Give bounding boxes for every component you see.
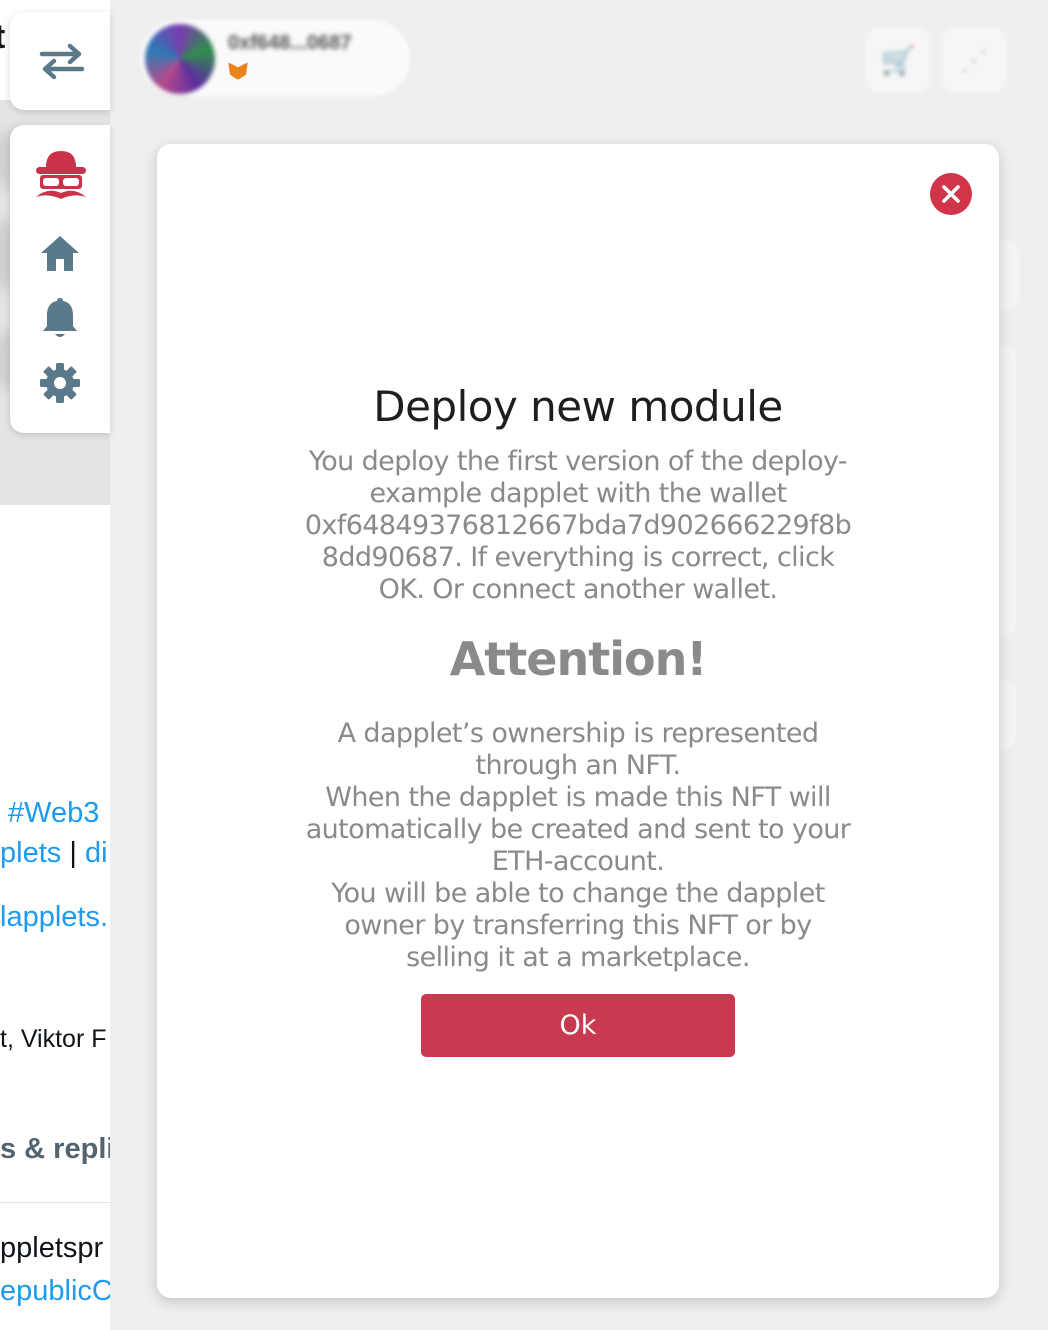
bell-icon[interactable] xyxy=(40,295,80,341)
description-line: example dapplet with the wallet xyxy=(369,478,787,509)
cart-icon: 🛒 xyxy=(880,44,916,76)
background-divider xyxy=(0,1202,120,1203)
attention-line: ETH-account. xyxy=(491,846,665,877)
attention-line: selling it at a marketplace. xyxy=(406,942,750,973)
avatar[interactable] xyxy=(145,24,215,94)
deploy-module-modal: Deploy new module You deploy the first v… xyxy=(157,144,999,1298)
modal-description: You deploy the first version of the depl… xyxy=(157,446,999,606)
gear-icon[interactable] xyxy=(38,361,82,405)
attention-line: When the dapplet is made this NFT will xyxy=(325,782,831,813)
background-heading-fragment: t xyxy=(0,18,5,57)
home-icon[interactable] xyxy=(38,231,82,275)
background-handle-link[interactable]: epublicC xyxy=(0,1275,113,1308)
ok-button[interactable]: Ok xyxy=(421,994,735,1057)
description-line: 8dd90687. If everything is correct, clic… xyxy=(321,542,835,573)
attention-line: You will be able to change the dapplet xyxy=(331,878,825,909)
background-link-row: plets | di xyxy=(0,837,108,870)
attention-line: through an NFT. xyxy=(475,750,681,781)
description-line: OK. Or connect another wallet. xyxy=(378,574,778,605)
swap-arrows-icon[interactable] xyxy=(35,37,89,85)
cart-button[interactable]: 🛒 xyxy=(866,28,930,92)
share-button[interactable]: ⋰ xyxy=(942,28,1006,92)
background-names-text: t, Viktor F xyxy=(0,1025,107,1053)
attention-line: owner by transferring this NFT or by xyxy=(344,910,812,941)
close-icon xyxy=(942,185,960,203)
description-line: 0xf64849376812667bda7d902666229f8b xyxy=(304,510,852,541)
wallet-address: 0xf648...0687 xyxy=(228,32,352,54)
background-hashtag-link[interactable]: #Web3 xyxy=(8,797,99,830)
overlay-toggle-card xyxy=(10,12,110,110)
attention-line: A dapplet’s ownership is represented xyxy=(337,718,819,749)
background-website-link[interactable]: lapplets. xyxy=(0,901,108,934)
attention-line: automatically be created and sent to you… xyxy=(305,814,851,845)
screen: t #Web3 plets | di lapplets. t, Viktor F… xyxy=(0,0,1048,1330)
close-button[interactable] xyxy=(930,173,972,215)
background-link[interactable]: di xyxy=(85,837,108,869)
background-separator: | xyxy=(69,837,77,869)
dapplets-logo-icon[interactable] xyxy=(28,143,94,207)
background-tab-replies[interactable]: s & repli xyxy=(0,1133,114,1166)
attention-text: A dapplet’s ownership is represented thr… xyxy=(157,718,999,974)
description-line: You deploy the first version of the depl… xyxy=(308,446,848,477)
background-handle: ppletspr xyxy=(0,1232,104,1264)
share-icon: ⋰ xyxy=(960,44,988,76)
modal-title: Deploy new module xyxy=(373,382,783,431)
sidebar-nav xyxy=(10,125,110,433)
background-link[interactable]: plets xyxy=(0,837,61,869)
attention-heading: Attention! xyxy=(449,632,708,686)
